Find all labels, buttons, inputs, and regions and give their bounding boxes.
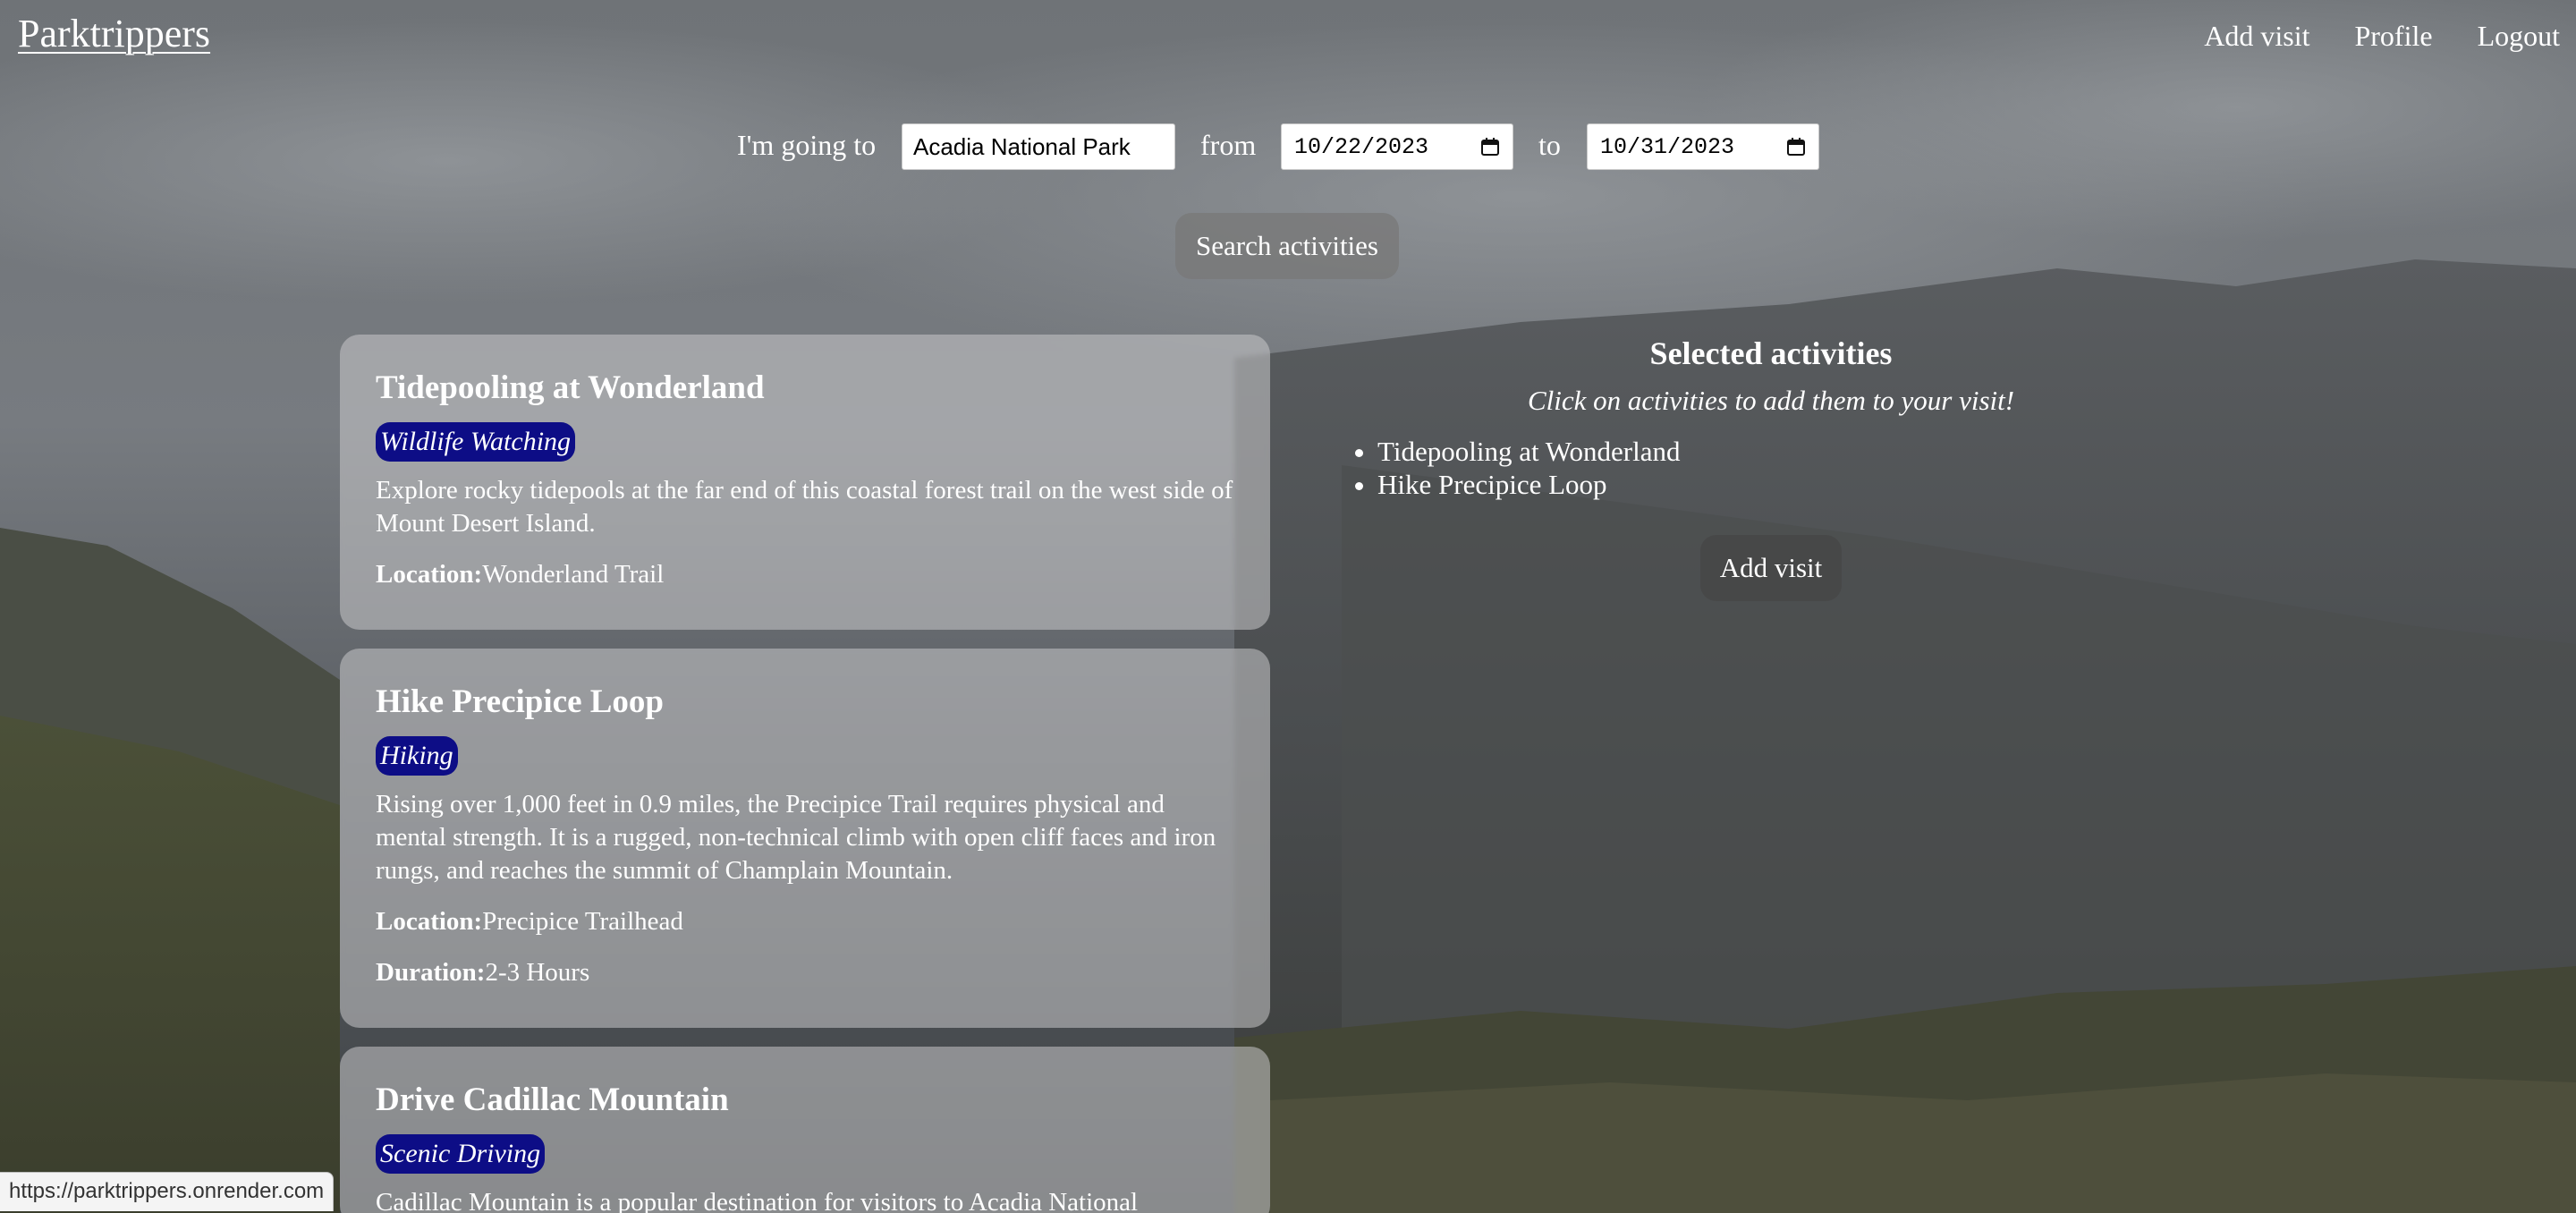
from-date-input[interactable]: 10/22/2023 — [1281, 123, 1513, 170]
brand-logo-link[interactable]: Parktrippers — [18, 11, 210, 56]
nav-profile-link[interactable]: Profile — [2354, 20, 2432, 53]
activity-description: Cadillac Mountain is a popular destinati… — [376, 1188, 1139, 1213]
activity-title: Tidepooling at Wonderland — [376, 369, 765, 406]
activity-category-badge: Wildlife Watching — [376, 422, 576, 462]
activity-location: Location:Precipice Trailhead — [376, 905, 1234, 938]
search-form: I'm going to from 10/22/2023 to 10/31/20… — [0, 122, 2576, 175]
search-activities-button[interactable]: Search activities — [1175, 213, 1399, 279]
park-input[interactable] — [902, 123, 1175, 170]
top-navbar: Parktrippers Add visit Profile Logout — [0, 0, 2576, 75]
calendar-icon[interactable] — [1786, 137, 1806, 157]
activity-duration: Duration:2-3 Hours — [376, 956, 1234, 989]
selected-heading: Selected activities — [1649, 335, 1893, 371]
selected-activities-panel: Selected activities Click on activities … — [1270, 331, 2272, 601]
to-label: to — [1538, 129, 1561, 161]
activity-title: Drive Cadillac Mountain — [376, 1082, 729, 1118]
selected-item: Hike Precipice Loop — [1377, 468, 2272, 501]
activity-description: Explore rocky tidepools at the far end o… — [376, 476, 1233, 538]
activity-card-precipice[interactable]: Hike Precipice Loop Hiking Rising over 1… — [340, 649, 1270, 1028]
location-label: Location: — [376, 560, 483, 589]
selected-hint: Click on activities to add them to your … — [1527, 385, 2015, 416]
selected-list: Tidepooling at Wonderland Hike Precipice… — [1270, 435, 2272, 501]
nav-logout-link[interactable]: Logout — [2478, 20, 2560, 53]
location-value: Wonderland Trail — [482, 560, 665, 589]
to-date-input[interactable]: 10/31/2023 — [1587, 123, 1819, 170]
activity-title: Hike Precipice Loop — [376, 683, 664, 720]
activity-description: Rising over 1,000 feet in 0.9 miles, the… — [376, 790, 1216, 885]
selected-item: Tidepooling at Wonderland — [1377, 435, 2272, 468]
add-visit-button[interactable]: Add visit — [1700, 535, 1842, 601]
activity-category-badge: Scenic Driving — [376, 1134, 546, 1174]
calendar-icon[interactable] — [1480, 137, 1500, 157]
duration-value: 2-3 Hours — [485, 958, 590, 987]
activity-location: Location:Wonderland Trail — [376, 558, 1234, 591]
from-label: from — [1200, 129, 1257, 161]
to-date-value: 10/31/2023 — [1600, 133, 1735, 160]
activity-card-cadillac[interactable]: Drive Cadillac Mountain Scenic Driving C… — [340, 1047, 1270, 1213]
activity-card-tidepooling[interactable]: Tidepooling at Wonderland Wildlife Watch… — [340, 335, 1270, 630]
location-value: Precipice Trailhead — [482, 907, 683, 936]
going-to-label: I'm going to — [737, 129, 877, 161]
nav-links: Add visit Profile Logout — [2159, 20, 2560, 53]
from-date-value: 10/22/2023 — [1294, 133, 1429, 160]
activity-category-badge: Hiking — [376, 736, 458, 776]
status-bar-url: https://parktrippers.onrender.com — [0, 1172, 335, 1211]
location-label: Location: — [376, 907, 483, 936]
duration-label: Duration: — [376, 958, 486, 987]
nav-add-visit-link[interactable]: Add visit — [2204, 20, 2309, 53]
